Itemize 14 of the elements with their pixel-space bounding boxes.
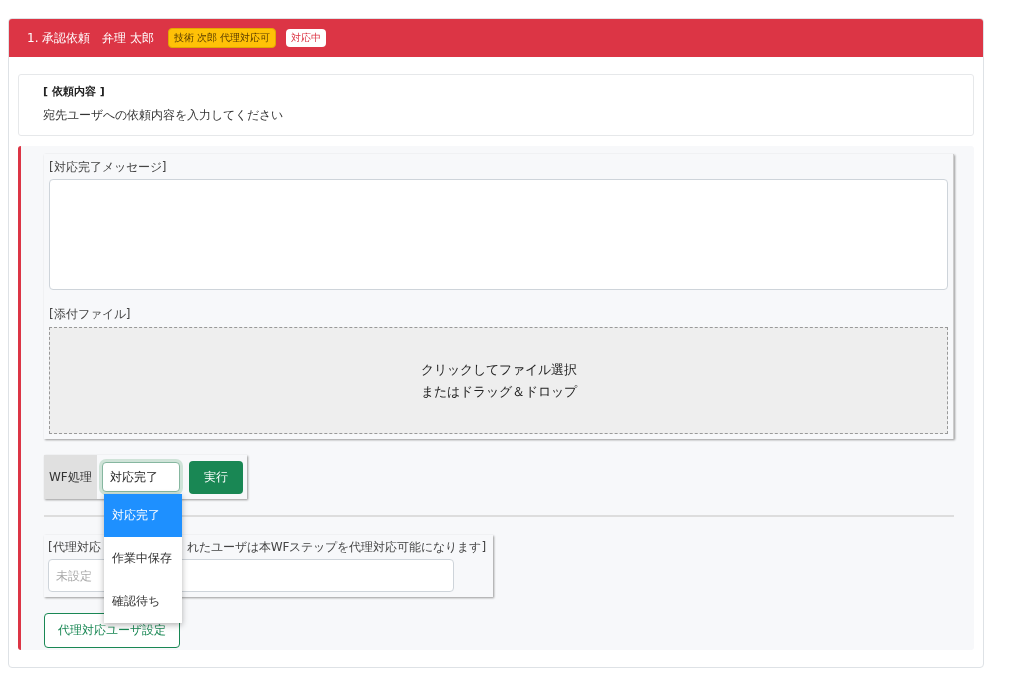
execute-button[interactable]: 実行 — [188, 460, 243, 494]
message-label: [対応完了メッセージ] — [49, 159, 168, 176]
message-field[interactable] — [49, 179, 948, 290]
proxy-label: れたユーザは本WFステップを代理対応可能になります] — [186, 539, 487, 556]
status-badge: 技術 次郎 代理対応可 — [168, 28, 277, 48]
proxy-label: [代理対応 — [48, 539, 101, 556]
step-title: 1. 承認依頼 弁理 太郎 — [27, 29, 155, 47]
attachment-label: [添付ファイル] — [49, 306, 132, 323]
request-heading: [ 依頼内容 ] — [43, 84, 106, 99]
request-text: 宛先ユーザへの依頼内容を入力してください — [43, 107, 284, 124]
action-select[interactable]: 対応完了 — [101, 462, 180, 492]
status-badge: 対応中 — [286, 29, 327, 47]
file-dropzone[interactable]: クリックしてファイル選択 またはドラッグ＆ドロップ — [49, 327, 948, 434]
workflow-label: WF処理 — [44, 455, 97, 499]
